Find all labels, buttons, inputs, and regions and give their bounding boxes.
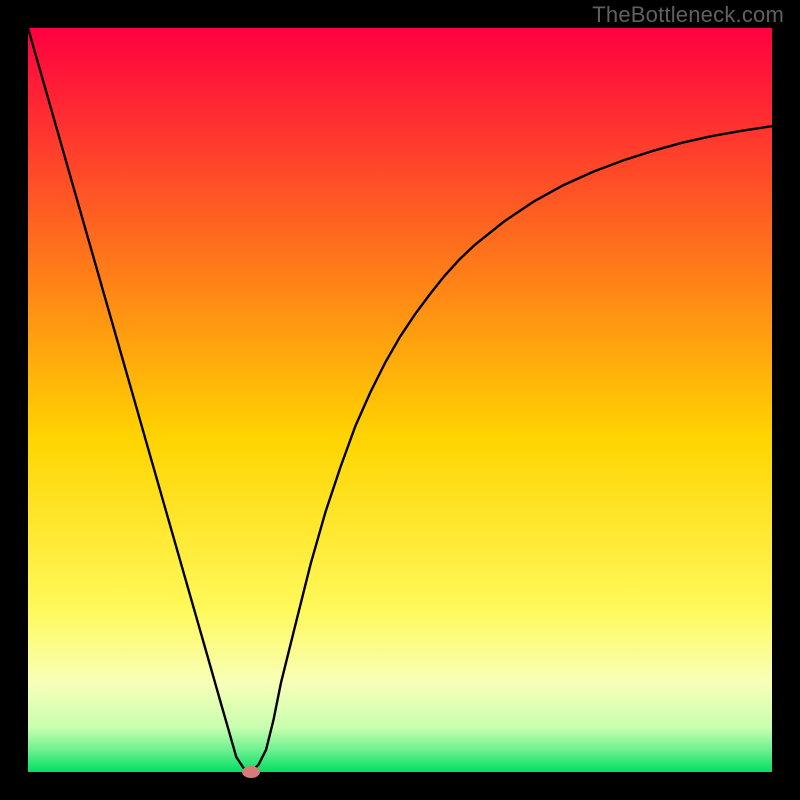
gradient-background bbox=[28, 28, 772, 772]
minimum-marker bbox=[242, 766, 260, 778]
chart-svg bbox=[28, 28, 772, 772]
plot-area bbox=[28, 28, 772, 772]
watermark-text: TheBottleneck.com bbox=[592, 2, 784, 28]
